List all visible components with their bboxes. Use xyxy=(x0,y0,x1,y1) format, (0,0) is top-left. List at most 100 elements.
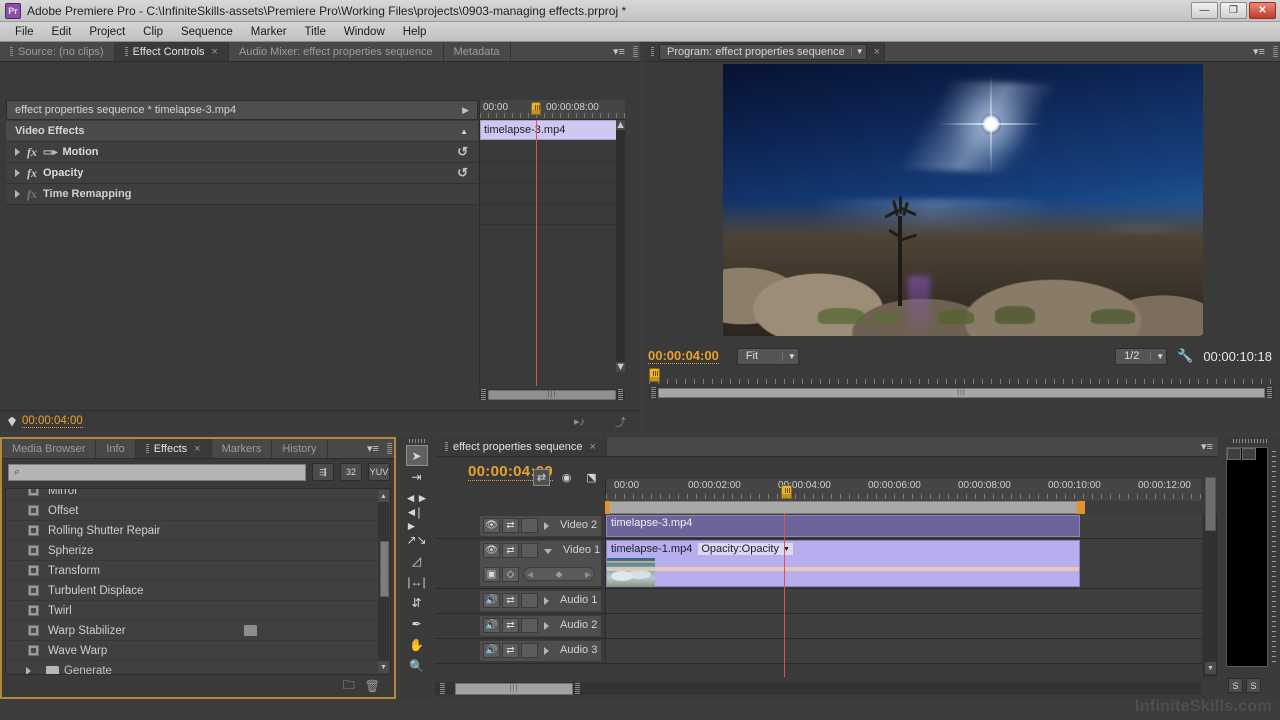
track-select-tool[interactable]: ⇥ xyxy=(406,466,428,487)
tab-audio-mixer[interactable]: Audio Mixer: effect properties sequence xyxy=(228,42,444,61)
toggle-sync-lock-icon[interactable]: ⇄ xyxy=(502,643,519,658)
chevron-right-icon[interactable]: ▶ xyxy=(462,105,469,116)
hand-tool[interactable]: ✋ xyxy=(406,634,428,655)
effect-row-motion[interactable]: fx ▭▸ Motion ↺ xyxy=(6,142,478,163)
scroll-up-icon[interactable]: ▲ xyxy=(615,119,626,131)
chevron-down-icon[interactable]: ▼ xyxy=(1150,351,1164,361)
timeline-ruler[interactable]: 00:00 00:00:02:00 00:00:04:00 00:00:06:0… xyxy=(605,479,1201,501)
track-body[interactable]: timelapse-3.mp4 xyxy=(605,514,1201,538)
list-item-folder-generate[interactable]: Generate xyxy=(6,661,390,674)
reset-icon[interactable]: ↺ xyxy=(457,144,468,160)
toggle-track-output-icon[interactable]: 👁 xyxy=(483,518,500,533)
play-only-audio-icon[interactable]: ▸♪ xyxy=(574,415,585,428)
toggle-track-lock-icon[interactable] xyxy=(521,518,538,533)
zoom-level-select[interactable]: Fit ▼ xyxy=(736,347,799,365)
menu-help[interactable]: Help xyxy=(394,24,436,40)
expand-triangle-icon[interactable] xyxy=(544,597,549,605)
menu-project[interactable]: Project xyxy=(80,24,134,40)
toggle-sync-lock-icon[interactable]: ⇄ xyxy=(502,518,519,533)
sequence-selector[interactable]: Program: effect properties sequence ▼ xyxy=(659,43,867,60)
tab-effect-controls[interactable]: Effect Controls × xyxy=(114,42,229,61)
tab-media-browser[interactable]: Media Browser xyxy=(2,439,97,458)
track-body[interactable] xyxy=(605,614,1201,638)
menu-title[interactable]: Title xyxy=(296,24,335,40)
solo-button-left[interactable]: S xyxy=(1228,678,1243,693)
video-effects-section-header[interactable]: Video Effects ▲ xyxy=(6,121,478,142)
yuv-filter-button[interactable]: YUV xyxy=(368,463,390,481)
toggle-track-lock-icon[interactable] xyxy=(521,618,538,633)
tab-sequence[interactable]: effect properties sequence × xyxy=(435,437,607,456)
tab-source[interactable]: Source: (no clips) xyxy=(0,42,115,61)
scroll-thumb[interactable] xyxy=(1205,477,1216,531)
effect-controls-playhead[interactable] xyxy=(536,120,537,386)
menu-sequence[interactable]: Sequence xyxy=(172,24,242,40)
tab-info[interactable]: Info xyxy=(96,439,136,458)
opacity-rubber-band[interactable] xyxy=(607,567,1079,571)
scroll-thumb[interactable]: ||| xyxy=(658,387,1265,398)
effect-controls-horizontal-scrollbar[interactable]: ||| xyxy=(479,389,625,400)
scroll-thumb[interactable] xyxy=(380,541,389,597)
search-input[interactable]: ⌕ xyxy=(8,463,306,481)
program-playhead-marker[interactable] xyxy=(649,368,660,382)
menu-clip[interactable]: Clip xyxy=(134,24,172,40)
list-item[interactable]: Transform xyxy=(6,561,390,581)
toggle-track-mute-icon[interactable]: 🔊 xyxy=(483,618,500,633)
expand-triangle-icon[interactable] xyxy=(544,622,549,630)
transform-icon[interactable]: ▭▸ xyxy=(43,147,57,158)
toggle-sync-lock-icon[interactable]: ⇄ xyxy=(502,618,519,633)
close-icon[interactable]: × xyxy=(589,441,595,453)
scroll-down-icon[interactable]: ▼ xyxy=(378,661,389,673)
list-item[interactable]: Mirror xyxy=(6,489,390,501)
scroll-down-icon[interactable]: ▼ xyxy=(615,361,626,373)
program-monitor-video[interactable] xyxy=(723,64,1203,336)
rate-stretch-tool[interactable]: ↗↘ xyxy=(406,529,428,550)
linked-selection-button[interactable]: ◉ xyxy=(558,469,575,486)
menu-edit[interactable]: Edit xyxy=(43,24,81,40)
close-button[interactable]: ✕ xyxy=(1249,2,1276,19)
collapse-icon[interactable]: ▲ xyxy=(460,127,468,136)
menu-window[interactable]: Window xyxy=(335,24,394,40)
list-item[interactable]: Offset xyxy=(6,501,390,521)
expand-triangle-icon[interactable] xyxy=(26,666,31,674)
toggle-track-output-icon[interactable]: 👁 xyxy=(483,543,500,558)
track-body[interactable] xyxy=(605,589,1201,613)
effect-row-time-remapping[interactable]: fx Time Remapping xyxy=(6,184,478,205)
slide-tool[interactable]: ⇵ xyxy=(406,592,428,613)
list-item[interactable]: Wave Warp xyxy=(6,641,390,661)
toggle-track-lock-icon[interactable] xyxy=(521,643,538,658)
next-keyframe-icon[interactable]: ▶ xyxy=(585,570,591,579)
close-icon[interactable]: × xyxy=(194,443,200,455)
tab-program-monitor[interactable]: Program: effect properties sequence ▼ × xyxy=(645,42,886,61)
toggle-track-lock-icon[interactable] xyxy=(521,593,538,608)
expand-triangle-icon[interactable] xyxy=(544,647,549,655)
panel-menu-icon[interactable]: ▾≡ xyxy=(608,42,630,61)
effect-selector-badge[interactable]: Opacity:Opacity ▼ xyxy=(697,542,794,556)
panel-menu-icon[interactable]: ▾≡ xyxy=(362,439,384,458)
set-display-style-icon[interactable]: ▣ xyxy=(483,566,500,582)
restore-button[interactable]: ❐ xyxy=(1220,2,1247,19)
delete-custom-item-button[interactable]: 🗑 xyxy=(365,679,380,693)
program-monitor-ruler[interactable] xyxy=(649,368,1274,386)
effects-list[interactable]: Mirror Offset Rolling Shutter Repair Sph… xyxy=(5,488,391,675)
toggle-track-mute-icon[interactable]: 🔊 xyxy=(483,643,500,658)
expand-triangle-icon[interactable] xyxy=(15,169,20,177)
panel-menu-icon[interactable]: ▾≡ xyxy=(1248,42,1270,61)
loop-icon[interactable]: ⤴ xyxy=(615,414,626,430)
audio-meter-display[interactable] xyxy=(1226,447,1268,667)
slip-tool[interactable]: |↔| xyxy=(406,571,428,592)
menu-file[interactable]: File xyxy=(6,24,43,40)
snap-toggle-button[interactable]: ⇄ xyxy=(533,469,550,486)
menu-marker[interactable]: Marker xyxy=(242,24,296,40)
razor-tool[interactable]: ◿ xyxy=(406,550,428,571)
program-playhead-timecode[interactable]: 00:00:04:00 xyxy=(648,348,719,364)
tab-history[interactable]: History xyxy=(272,439,328,458)
scroll-thumb[interactable]: ||| xyxy=(488,389,616,400)
toggle-sync-lock-icon[interactable]: ⇄ xyxy=(502,593,519,608)
accelerated-filter-button[interactable]: ⇶ xyxy=(312,463,334,481)
32bit-filter-button[interactable]: 32 xyxy=(340,463,362,481)
effect-controls-clip-block[interactable]: timelapse-3.mp4 xyxy=(480,120,618,140)
timeline-vertical-scrollbar[interactable] xyxy=(1203,514,1218,677)
show-keyframes-icon[interactable]: ◇ xyxy=(502,566,519,582)
effect-row-opacity[interactable]: fx Opacity ↺ xyxy=(6,163,478,184)
expand-triangle-icon[interactable] xyxy=(15,190,20,198)
